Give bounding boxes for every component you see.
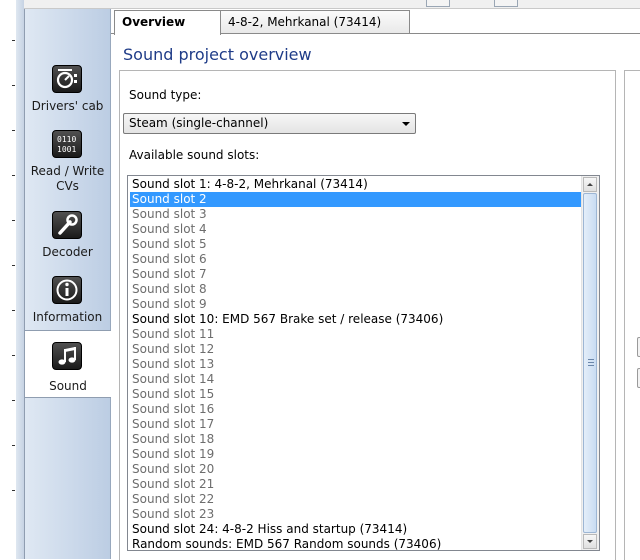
arrow-down-icon: [587, 540, 593, 543]
vertical-scrollbar[interactable]: [581, 176, 599, 550]
toolbar-button[interactable]: [426, 0, 450, 7]
list-item[interactable]: Sound slot 7: [130, 267, 582, 282]
list-item[interactable]: Sound slot 5: [130, 237, 582, 252]
side-panel: [624, 70, 640, 560]
list-item[interactable]: Sound slot 21: [130, 477, 582, 492]
arrow-up-icon: [587, 183, 593, 186]
ruler-tick: [12, 445, 15, 446]
list-item[interactable]: Sound slot 9: [130, 297, 582, 312]
list-item[interactable]: Sound slot 24: 4-8-2 Hiss and startup (7…: [130, 522, 582, 537]
ruler-tick: [12, 310, 15, 311]
drivers-cab-icon: [52, 65, 82, 93]
ruler-tick: [12, 175, 15, 176]
sound-note-icon: [52, 342, 82, 370]
sound-slots-list[interactable]: Sound slot 1: 4-8-2, Mehrkanal (73414) So…: [127, 175, 600, 551]
list-item[interactable]: Sound slot 16: [130, 402, 582, 417]
left-editor-strip: [0, 0, 17, 559]
list-item[interactable]: Sound slot 6: [130, 252, 582, 267]
list-item[interactable]: Sound slot 14: [130, 372, 582, 387]
list-item[interactable]: Random sounds: EMD 567 Random sounds (73…: [130, 537, 582, 550]
sound-type-value: Steam (single-channel): [129, 116, 269, 130]
sidebar-item-label: Sound: [49, 379, 87, 393]
page-title: Sound project overview: [123, 45, 312, 64]
tab-sound-project[interactable]: 4-8-2, Mehrkanal (73414): [220, 10, 410, 33]
sidebar-item-sound[interactable]: Sound: [25, 330, 111, 398]
toolbar-button[interactable]: [494, 0, 518, 7]
sidebar-item-decoder[interactable]: Decoder: [25, 211, 110, 275]
decoder-wrench-icon: [52, 211, 82, 239]
list-item[interactable]: Sound slot 17: [130, 417, 582, 432]
ruler-tick: [12, 400, 15, 401]
read-write-cvs-icon: 0110 1001: [52, 130, 82, 158]
svg-text:0110: 0110: [57, 135, 76, 144]
list-item[interactable]: Sound slot 1: 4-8-2, Mehrkanal (73414): [130, 177, 582, 192]
sound-type-label: Sound type:: [129, 88, 202, 102]
sidebar-item-label: Information: [32, 310, 103, 324]
list-item[interactable]: Sound slot 15: [130, 387, 582, 402]
svg-text:1001: 1001: [57, 145, 76, 154]
top-toolbar-strip: [24, 0, 640, 9]
ruler-tick: [12, 355, 15, 356]
tab-overview[interactable]: Overview: [114, 10, 221, 35]
list-item[interactable]: Sound slot 18: [130, 432, 582, 447]
splitter-handle[interactable]: [16, 0, 25, 559]
sidebar: Drivers' cab 0110 1001 Read / Write CVs …: [25, 9, 111, 559]
list-item[interactable]: Sound slot 8: [130, 282, 582, 297]
ruler-tick: [12, 490, 15, 491]
ruler-tick: [12, 85, 15, 86]
list-item[interactable]: Sound slot 20: [130, 462, 582, 477]
list-item[interactable]: Sound slot 22: [130, 492, 582, 507]
sound-slots-label: Available sound slots:: [129, 148, 260, 162]
list-item[interactable]: Sound slot 11: [130, 327, 582, 342]
list-item[interactable]: Sound slot 4: [130, 222, 582, 237]
tab-label: Overview: [122, 15, 186, 29]
information-icon: [52, 276, 82, 304]
grip-line: [588, 362, 594, 363]
ruler-tick: [12, 40, 15, 41]
list-item[interactable]: Sound slot 3: [130, 207, 582, 222]
ruler-tick: [12, 265, 15, 266]
list-item[interactable]: Sound slot 2: [130, 192, 582, 207]
list-item[interactable]: Sound slot 19: [130, 447, 582, 462]
grip-line: [588, 365, 594, 366]
sidebar-item-label: Decoder: [42, 245, 93, 259]
grip-line: [588, 359, 594, 360]
sidebar-item-read-write-cvs[interactable]: 0110 1001 Read / Write CVs: [25, 130, 110, 194]
sound-type-select[interactable]: Steam (single-channel): [123, 113, 416, 134]
ruler-tick: [12, 220, 15, 221]
list-item[interactable]: Sound slot 10: EMD 567 Brake set / relea…: [130, 312, 582, 327]
sidebar-item-label: Read / Write CVs: [30, 164, 105, 193]
ruler-tick: [12, 130, 15, 131]
sidebar-item-label: Drivers' cab: [31, 99, 104, 113]
list-item[interactable]: Sound slot 12: [130, 342, 582, 357]
scroll-down-button[interactable]: [583, 534, 597, 549]
scroll-up-button[interactable]: [583, 177, 597, 192]
scroll-thumb[interactable]: [583, 193, 597, 533]
chevron-down-icon: [402, 122, 410, 126]
tab-label: 4-8-2, Mehrkanal (73414): [228, 15, 382, 29]
list-item[interactable]: Sound slot 23: [130, 507, 582, 522]
sidebar-item-drivers-cab[interactable]: Drivers' cab: [25, 65, 110, 129]
list-item[interactable]: Sound slot 13: [130, 357, 582, 372]
